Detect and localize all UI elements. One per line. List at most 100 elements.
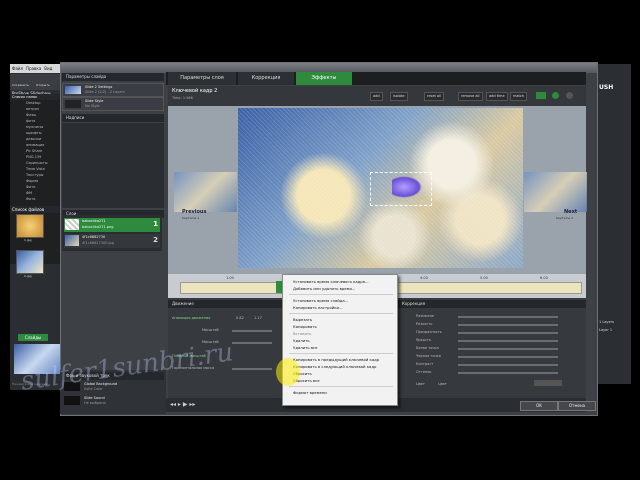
menu-separator xyxy=(289,294,393,295)
context-menu-item[interactable]: Сбросить все xyxy=(283,377,397,384)
correction-label: Черная точка xyxy=(416,354,441,358)
menu-file[interactable]: Файл xyxy=(12,64,23,73)
timeline-tick: 4.00 xyxy=(420,276,428,280)
tab-effects[interactable]: Эффекты xyxy=(296,72,352,85)
sound-item-title: Slide Sound xyxy=(84,396,105,400)
context-menu-item[interactable]: Вставить xyxy=(283,330,397,337)
file-thumbnail[interactable] xyxy=(16,250,44,274)
correction-label: Яркость xyxy=(416,338,431,342)
context-menu-item[interactable]: Копировать настройки... xyxy=(283,304,397,311)
previous-keyframe-preview[interactable] xyxy=(174,172,237,212)
slide-style-item[interactable]: Slide Style No Style xyxy=(62,97,164,111)
correction-label: Прозрачность xyxy=(416,330,442,334)
tab-correction[interactable]: Коррекция xyxy=(238,72,294,85)
captions-list[interactable] xyxy=(62,123,164,208)
context-menu-item[interactable]: Формат времени xyxy=(283,389,397,396)
layer-name: 4f1c6862730 xyxy=(82,235,106,239)
context-menu-item[interactable]: Удалить xyxy=(283,337,397,344)
timeline-tick: 5.00 xyxy=(480,276,488,280)
menu-edit[interactable]: Правка xyxy=(26,64,41,73)
cancel-button[interactable]: Отмена xyxy=(558,401,596,411)
playback-controls[interactable]: ◂◂ ▸ ▶ ▸▸ xyxy=(170,401,230,409)
black-point-slider[interactable] xyxy=(458,356,558,358)
timeline-tick: 1.00 xyxy=(226,276,234,280)
opacity-slider[interactable] xyxy=(458,332,558,334)
sound-item-sub: Не выбрано xyxy=(84,401,106,405)
layer-item[interactable]: babochka271 babochka271.png 1 xyxy=(64,218,160,232)
grid-toggle-icon[interactable] xyxy=(552,92,559,99)
context-menu-item[interactable]: Установить время слайда... xyxy=(283,297,397,304)
next-label[interactable]: Next xyxy=(564,209,577,215)
butterfly-layer[interactable] xyxy=(392,176,422,198)
motion-value[interactable]: 1.17 xyxy=(254,316,262,320)
color-swatch[interactable] xyxy=(534,380,562,386)
settings-icon[interactable] xyxy=(566,92,573,99)
menu-separator xyxy=(289,313,393,314)
brightness-slider[interactable] xyxy=(458,340,558,342)
keyframe-time: Time: 1.966 xyxy=(172,96,193,100)
context-menu-item[interactable]: Сбросить xyxy=(283,370,397,377)
keyframe-title: Ключевой кадр 2 xyxy=(172,88,218,94)
motion-row-label: Масштаб xyxy=(202,328,219,332)
layers-list: babochka271 babochka271.png 1 4f1c686273… xyxy=(62,215,162,251)
file-thumbnail[interactable] xyxy=(16,214,44,238)
context-menu: Установить время ключевого кадра... Добав… xyxy=(282,274,398,406)
tab-layer-settings[interactable]: Параметры слоя xyxy=(168,72,236,85)
context-menu-item[interactable]: Установить время ключевого кадра... xyxy=(283,278,397,285)
app-title-fragment: USH xyxy=(599,84,614,91)
view-toggle-icon[interactable] xyxy=(536,92,546,99)
save-tool[interactable]: Сохранить xyxy=(12,83,29,87)
sharpen-slider[interactable] xyxy=(458,324,558,326)
context-menu-item[interactable]: Копировать xyxy=(283,323,397,330)
reset-all-button[interactable]: reset all xyxy=(424,92,445,101)
remove-all-button[interactable]: remove all xyxy=(458,92,483,101)
toolbar: Сохранить Открыть xyxy=(10,74,66,90)
horizontal-slider[interactable] xyxy=(232,368,272,370)
ok-button[interactable]: OK xyxy=(520,401,558,411)
previous-label[interactable]: Previous xyxy=(182,209,206,215)
add-button[interactable]: add xyxy=(370,92,383,101)
match-button[interactable]: match xyxy=(510,92,528,101)
context-menu-item[interactable]: Удалить все xyxy=(283,344,397,351)
folder-tree: Список папок Desktop ветрян Флэш фото му… xyxy=(10,94,66,264)
hue-slider[interactable] xyxy=(458,372,558,374)
style-icon xyxy=(65,100,81,108)
layer-name: babochka271 xyxy=(82,219,106,223)
slide-settings-item[interactable]: Slide 2 Settings Slide 2 (2/2) - 2 Layer… xyxy=(62,83,164,97)
context-menu-item[interactable]: Копировать в следующий ключевой кадр xyxy=(283,363,397,370)
context-menu-item[interactable]: Копировать в предыдущий ключевой кадр xyxy=(283,356,397,363)
menu-view[interactable]: Вид xyxy=(44,64,52,73)
add-time-button[interactable]: add time xyxy=(486,92,508,101)
slide-item-title: Slide 2 Settings xyxy=(85,85,113,89)
context-menu-item[interactable]: Вырезать xyxy=(283,316,397,323)
blur-slider[interactable] xyxy=(458,316,558,318)
color-checkbox-label[interactable]: Цвет xyxy=(438,382,447,386)
timeline-tick: 6.00 xyxy=(540,276,548,280)
correction-label: Цвет xyxy=(416,382,425,386)
contrast-slider[interactable] xyxy=(458,364,558,366)
layer-thumbnail xyxy=(65,235,79,246)
motion-value[interactable]: 0.82 xyxy=(236,316,244,320)
next-keyframe-preview[interactable] xyxy=(524,172,587,212)
white-point-slider[interactable] xyxy=(458,348,558,350)
isolate-button[interactable]: isolate xyxy=(390,92,408,101)
slide-item-sub: Slide 2 (2/2) - 2 Layers xyxy=(85,90,125,94)
correction-label: Размытие xyxy=(416,314,434,318)
correction-label: Белая точка xyxy=(416,346,439,350)
slides-tab[interactable]: Слайды xyxy=(18,334,48,341)
scale-slider[interactable] xyxy=(232,330,272,332)
layer-thumbnail xyxy=(65,219,79,230)
sound-swatch[interactable] xyxy=(64,396,80,405)
tree-item[interactable]: Фото xyxy=(10,196,66,202)
layer-number: 1 xyxy=(153,220,158,228)
layer-item[interactable]: 4f1c6862730 4f1c68627300.jpg 2 xyxy=(64,234,160,248)
tab-bar: Параметры слоя Коррекция Эффекты xyxy=(166,72,586,85)
slide-icon xyxy=(65,86,81,94)
correction-label: Резкость xyxy=(416,322,433,326)
scale-slider[interactable] xyxy=(232,342,272,344)
captions-title: Надписи xyxy=(62,114,164,122)
context-menu-item[interactable]: Добавить или удалить время... xyxy=(283,285,397,292)
layer-number: 2 xyxy=(153,236,158,244)
open-tool[interactable]: Открыть xyxy=(36,83,50,87)
file-label: 2.jpg xyxy=(24,274,32,278)
